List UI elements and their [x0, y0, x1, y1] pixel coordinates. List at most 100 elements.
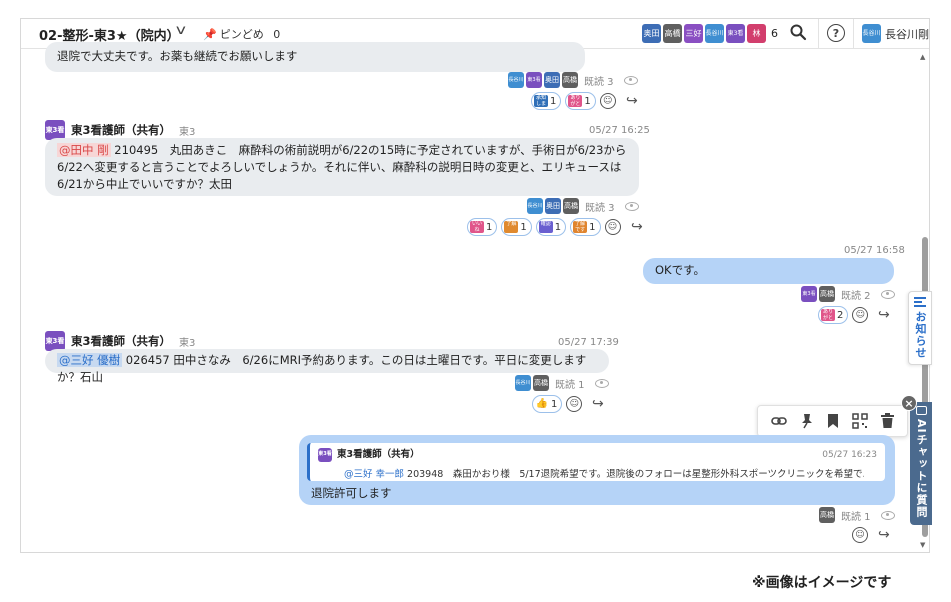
reactions: 👍 1 ☺ ↩ — [532, 395, 604, 413]
reaction-chips: 承知しました1ありがとう1 — [531, 92, 596, 110]
link-icon[interactable] — [770, 413, 787, 429]
add-reaction-icon[interactable]: ☺ — [852, 527, 868, 543]
message-text: OKです。 — [655, 263, 705, 277]
reaction-chip[interactable]: 確認 1 — [535, 218, 567, 236]
pinned-button[interactable]: 📌 ピンどめ 0 — [203, 26, 280, 42]
reactions: 承知しました1ありがとう1 ☺ ↩ — [531, 92, 637, 110]
member-avatars[interactable]: 奥田 高橋 三好 長谷川 東3看林 — [642, 24, 766, 43]
user-name[interactable]: 長谷川剛 — [885, 26, 929, 42]
sender-ward: 東3 — [179, 126, 196, 138]
reader-avatar: 長谷川 — [508, 72, 524, 88]
add-reaction-icon[interactable]: ☺ — [852, 307, 869, 323]
reply-icon[interactable]: ↩ — [626, 93, 638, 109]
message-time: 05/27 17:39 — [558, 337, 619, 348]
scroll-down-arrow[interactable]: ▼ — [920, 541, 925, 549]
sticker-icon: 👍 — [535, 398, 549, 409]
ai-chat-label: AIチャットに質問 — [915, 419, 928, 518]
read-receipts[interactable]: 長谷川 東3看 奥田 高橋 既読 3 — [508, 72, 638, 88]
sticker-icon: ありがとう — [821, 309, 835, 321]
quoted-message[interactable]: 東3看 東3看護師（共有） 05/27 16:23 @三好 幸一郎 203948… — [307, 443, 885, 481]
reply-icon[interactable]: ↩ — [592, 396, 604, 412]
sticker-icon: 了解 — [504, 221, 519, 233]
member-avatar[interactable]: 林 — [747, 24, 766, 43]
reaction-chip[interactable]: 承知しました1 — [531, 92, 562, 110]
user-avatar[interactable]: 長谷川 — [862, 24, 881, 43]
sticker-icon: いいね — [470, 221, 484, 233]
message-bubble[interactable]: 退院で大丈夫です。お薬も継続でお願いします — [45, 42, 585, 72]
read-count: 既読 2 — [841, 290, 871, 302]
read-avatars: 長谷川 東3看 奥田 高橋 — [508, 72, 578, 88]
message-bubble[interactable]: @田中 剛 210495 丸田あきこ 麻酔科の術前説明が6/22の15時に予定さ… — [45, 138, 639, 196]
read-receipts[interactable]: 高橋 既読 1 — [819, 507, 895, 523]
quote-body: @三好 幸一郎 203948 森田かおり様 5/17退院希望です。退院後のフォロ… — [344, 466, 864, 483]
reaction-chip[interactable]: 了解です 1 — [570, 218, 601, 236]
sender-avatar[interactable]: 東3看 — [45, 120, 65, 140]
reaction-chip[interactable]: いいね 1 — [467, 218, 498, 236]
message-bubble[interactable]: 東3看 東3看護師（共有） 05/27 16:23 @三好 幸一郎 203948… — [299, 435, 895, 505]
read-avatars: 高橋 — [819, 507, 835, 523]
mention[interactable]: @三好 優樹 — [57, 353, 123, 367]
reader-avatar: 高橋 — [533, 375, 549, 391]
quote-header: 東3看 東3看護師（共有） 05/27 16:23 — [318, 446, 877, 463]
bookmark-icon[interactable] — [827, 413, 839, 429]
trash-icon[interactable] — [881, 413, 895, 429]
add-reaction-icon[interactable]: ☺ — [566, 396, 583, 412]
reaction-chip[interactable]: ありがとう1 — [565, 92, 596, 110]
sticker-icon: 了解です — [573, 221, 588, 233]
reaction-chip[interactable]: 了解 1 — [501, 218, 532, 236]
scroll-up-arrow[interactable]: ▲ — [920, 53, 925, 61]
read-receipts[interactable]: 長谷川 奥田 高橋 既読 3 — [527, 198, 639, 214]
reader-avatar: 東3看 — [526, 72, 542, 88]
sender-avatar[interactable]: 東3看 — [45, 331, 65, 351]
sender-name: 東3看護師（共有） — [71, 123, 172, 137]
read-receipts[interactable]: 長谷川 高橋 既読 1 — [515, 375, 609, 391]
message-sender: 東3看 東3看護師（共有） 東3 — [45, 331, 195, 351]
reaction-chip[interactable]: 👍 1 — [532, 395, 563, 413]
message-time: 05/27 16:25 — [589, 125, 650, 136]
mention: @三好 幸一郎 — [344, 469, 405, 480]
reaction-count: 1 — [551, 398, 558, 410]
reaction-chips: 👍 1 — [532, 395, 563, 413]
reaction-chips: いいね 1 了解 1 確認 1 了解です 1 — [467, 218, 601, 236]
read-receipts[interactable]: 東3看 高橋 既読 2 — [801, 286, 895, 302]
read-avatars: 長谷川 高橋 — [515, 375, 549, 391]
message-bubble[interactable]: OKです。 — [643, 258, 894, 284]
pin-icon: 📌 — [203, 28, 217, 41]
member-avatar[interactable]: 高橋 — [663, 24, 682, 43]
reaction-chip[interactable]: ありがとう2 — [818, 306, 849, 324]
news-side-tab[interactable]: お知らせ — [908, 291, 932, 365]
reader-avatar: 高橋 — [819, 507, 835, 523]
sender-name: 東3看護師（共有） — [71, 334, 172, 348]
read-count: 既読 1 — [555, 379, 585, 391]
reply-icon[interactable]: ↩ — [631, 219, 643, 235]
pin-icon[interactable] — [800, 413, 814, 429]
chevron-down-icon[interactable]: v — [176, 23, 186, 38]
member-avatar[interactable]: 東3看 — [726, 24, 745, 43]
member-avatar[interactable]: 三好 — [684, 24, 703, 43]
reader-avatar: 東3看 — [801, 286, 817, 302]
reaction-count: 1 — [589, 221, 596, 233]
reply-icon[interactable]: ↩ — [878, 527, 890, 543]
reply-icon[interactable]: ↩ — [878, 307, 890, 323]
help-icon[interactable]: ? — [827, 24, 845, 42]
member-avatar[interactable]: 奥田 — [642, 24, 661, 43]
sticker-icon: ありがとう — [568, 95, 583, 107]
reactions: ありがとう2 ☺ ↩ — [818, 306, 890, 324]
add-reaction-icon[interactable]: ☺ — [599, 93, 616, 109]
quote-sender: 東3看護師（共有） — [337, 449, 420, 460]
message-bubble[interactable]: @三好 優樹 026457 田中さなみ 6/26にMRI予約あります。この日は土… — [45, 349, 609, 384]
message-text: 026457 田中さなみ 6/26にMRI予約あります。この日は土曜日です。平日… — [57, 353, 587, 384]
mention[interactable]: @田中 剛 — [57, 143, 111, 157]
member-avatar[interactable]: 長谷川 — [705, 24, 724, 43]
close-icon[interactable]: × — [901, 395, 917, 411]
search-icon[interactable] — [789, 23, 807, 41]
add-reaction-icon[interactable]: ☺ — [604, 219, 621, 235]
pinned-count: 0 — [273, 28, 281, 41]
ai-chat-side-tab[interactable]: AIチャットに質問 — [910, 402, 932, 525]
qr-code-icon[interactable] — [852, 413, 868, 429]
quote-text: 203948 森田かおり様 5/17退院希望です。退院後のフォローは星整形外科ス… — [404, 469, 864, 480]
header-divider — [818, 19, 819, 49]
message-text: 210495 丸田あきこ 麻酔科の術前説明が6/22の15時に予定されていますが… — [57, 143, 627, 191]
eye-icon — [624, 201, 639, 211]
eye-icon — [880, 510, 895, 520]
